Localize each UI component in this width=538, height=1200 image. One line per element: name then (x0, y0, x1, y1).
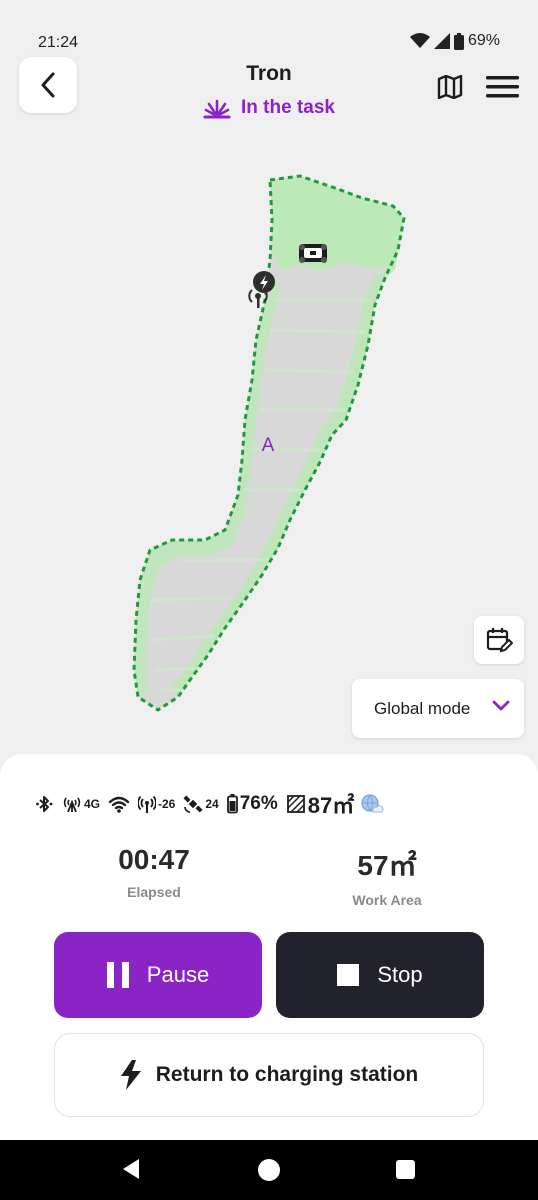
area-icon (286, 795, 305, 813)
status-bar: 21:24 69% (0, 0, 538, 60)
satellite-stat: 24 (183, 794, 219, 814)
return-to-charging-button[interactable]: Return to charging station (54, 1033, 484, 1117)
wifi-icon (409, 33, 430, 48)
lightning-icon (120, 1060, 141, 1090)
chevron-down-icon (492, 700, 510, 711)
status-time: 21:24 (38, 34, 79, 51)
mowed-region (270, 176, 404, 270)
mowing-icon (203, 99, 231, 119)
calendar-edit-icon (486, 628, 513, 653)
antenna-icon (63, 797, 81, 812)
globe-cloud-icon (361, 794, 384, 813)
system-nav-bar (0, 1140, 538, 1200)
battery-percent: 69% (467, 32, 500, 49)
battery-value: 76% (239, 793, 278, 814)
battery-icon (453, 32, 464, 50)
cell-signal-icon (433, 33, 450, 49)
satellite-count: 24 (205, 797, 219, 811)
battery-icon (226, 794, 238, 814)
map-view[interactable]: A (0, 150, 538, 750)
menu-icon (486, 76, 519, 98)
stop-button[interactable]: Stop (276, 932, 484, 1018)
work-area-value: 57㎡ (357, 850, 417, 881)
area-value: 87㎡ (307, 793, 355, 818)
stop-icon (337, 964, 360, 986)
mower-stats: 4G -26 24 76% 87㎡ (36, 788, 384, 820)
mower-icon (299, 244, 327, 263)
pause-icon (106, 962, 129, 988)
nav-back-icon[interactable] (121, 1158, 141, 1180)
battery-stat: 76% (226, 793, 278, 815)
work-area-label: Work Area (352, 892, 422, 908)
nav-home-icon[interactable] (258, 1159, 280, 1181)
cellular-label: 4G (84, 797, 101, 811)
rtk-signal-icon (138, 795, 157, 813)
nav-recents-icon[interactable] (396, 1160, 415, 1179)
control-panel: 4G -26 24 76% 87㎡ 00:47 Elapsed 57㎡ Work… (0, 754, 538, 1140)
wifi-stat (108, 796, 130, 813)
bluetooth-icon (36, 796, 53, 812)
lawn-map[interactable]: A (0, 150, 538, 750)
mode-select-label: Global mode (374, 698, 471, 718)
menu-button[interactable] (486, 76, 519, 103)
bluetooth-stat (36, 795, 54, 813)
satellite-icon (183, 795, 203, 813)
area-stat: 87㎡ (286, 788, 384, 820)
work-area-metric: 57㎡ Work Area (287, 844, 487, 908)
task-status-label: In the task (241, 97, 335, 118)
return-label: Return to charging station (155, 1063, 419, 1086)
elapsed-metric: 00:47 Elapsed (54, 844, 254, 900)
elapsed-value: 00:47 (118, 844, 190, 875)
wifi-icon (108, 796, 130, 813)
mode-select[interactable]: Global mode (352, 679, 524, 738)
schedule-button[interactable] (474, 616, 524, 664)
map-button[interactable] (437, 74, 463, 104)
elapsed-label: Elapsed (127, 884, 181, 900)
rtk-signal-value: -26 (158, 797, 176, 811)
stop-label: Stop (377, 962, 423, 987)
pause-button[interactable]: Pause (54, 932, 262, 1018)
map-icon (437, 74, 463, 100)
pause-label: Pause (146, 962, 210, 987)
status-icons: 69% (409, 32, 500, 50)
cellular-stat: 4G (62, 796, 100, 812)
zone-label: A (262, 435, 275, 456)
rtk-stat: -26 (138, 795, 175, 813)
